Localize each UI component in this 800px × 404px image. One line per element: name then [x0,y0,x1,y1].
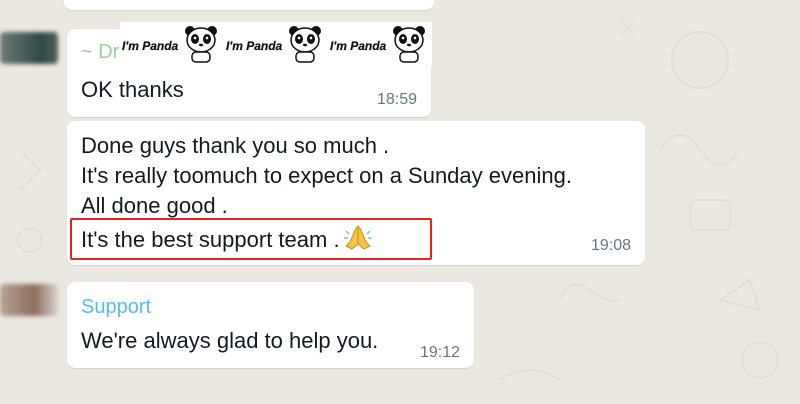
panda-icon [289,26,321,63]
message-timestamp: 19:08 [590,237,631,254]
panda-icon [185,26,217,63]
message-text: Done guys thank you so much . [81,133,390,158]
message-text: OK thanks [81,77,184,102]
message-text: We're always glad to help you. [81,328,379,353]
panda-icon [393,26,425,63]
message-text: It's really toomuch to expect on a Sunda… [81,163,572,188]
panda-sticker: I'm Panda [120,22,224,66]
sticker-label: I'm Panda [330,39,387,53]
message-timestamp: 19:12 [419,344,460,361]
message-bubble[interactable]: Support We're always glad to help you. 1… [67,282,474,368]
panda-sticker: I'm Panda [328,22,432,66]
previous-message-bubble-edge [64,0,434,10]
avatar[interactable] [0,284,58,316]
sticker-label: I'm Panda [226,39,283,53]
sticker-overlay: I'm Panda I'm Panda I'm Panda [120,22,438,66]
message-text: All done good . [81,193,228,218]
annotation-highlight-box [70,218,432,260]
sender-name[interactable]: Support [81,296,151,319]
avatar[interactable] [0,32,58,64]
panda-sticker: I'm Panda [224,22,328,66]
sender-name[interactable]: ~ Dr [81,41,119,64]
sticker-label: I'm Panda [122,39,179,53]
message-timestamp: 18:59 [376,91,417,108]
